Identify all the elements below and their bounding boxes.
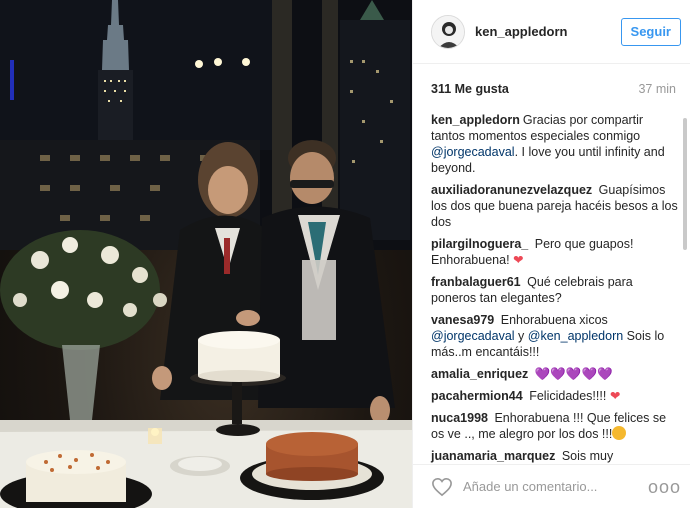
photo-image (0, 0, 412, 508)
comment-text: Felicidades!!!! (529, 389, 607, 403)
likes-count[interactable]: 311 Me gusta (431, 82, 509, 96)
comment-item: amalia_enriquez 💜💜💜💜💜 (431, 366, 679, 382)
comment-author[interactable]: nuca1998 (431, 411, 488, 425)
mention-link[interactable]: @jorgecadaval (431, 329, 515, 343)
post-sidebar: ken_appledorn Seguir 311 Me gusta 37 min… (412, 0, 690, 508)
follow-button[interactable]: Seguir (620, 17, 681, 46)
mention-link[interactable]: @ken_appledorn (528, 329, 623, 343)
comment-item: auxiliadoranunezvelazquez Guapísimos los… (431, 182, 679, 230)
comment-author[interactable]: amalia_enriquez (431, 367, 528, 381)
post-stats: 311 Me gusta 37 min (413, 64, 690, 114)
avatar[interactable] (431, 14, 465, 49)
comment-author[interactable]: pilargilnoguera_ (431, 237, 528, 251)
post-header: ken_appledorn Seguir (413, 0, 690, 64)
comment-author[interactable]: juanamaria_marquez (431, 449, 555, 463)
smiling-face-emoji-icon (612, 426, 627, 440)
comments-list: ken_appledorn Gracias por compartir tanto… (413, 112, 690, 464)
post-username[interactable]: ken_appledorn (475, 24, 621, 39)
comment-author[interactable]: franbalaguer61 (431, 275, 521, 289)
comment-item: pacahermion44 Felicidades!!!! ❤ (431, 388, 679, 404)
comment-author[interactable]: pacahermion44 (431, 389, 523, 403)
comment-author[interactable]: ken_appledorn (431, 113, 520, 127)
avatar-image (432, 15, 464, 48)
mention-link[interactable]: @jorgecadaval (431, 145, 515, 159)
comment-author[interactable]: auxiliadoranunezvelazquez (431, 183, 592, 197)
heart-outline-icon[interactable] (431, 477, 453, 497)
comment-author[interactable]: vanesa979 (431, 313, 494, 327)
instagram-post: ken_appledorn Seguir 311 Me gusta 37 min… (0, 0, 690, 508)
comments-scrollbar[interactable] (683, 118, 687, 250)
red-heart-emoji-icon: ❤ (609, 389, 621, 403)
post-time[interactable]: 37 min (638, 82, 676, 96)
comment-item: franbalaguer61 Qué celebrais para ponero… (431, 274, 679, 306)
post-photo[interactable] (0, 0, 412, 508)
comment-text: Enhorabuena xicos (500, 313, 608, 327)
comment-item: nuca1998 Enhorabuena !!! Que felices se … (431, 410, 679, 442)
comment-input[interactable] (463, 479, 648, 494)
caption: ken_appledorn Gracias por compartir tanto… (431, 112, 679, 176)
comment-bar: ooo (413, 464, 690, 508)
comment-item: pilargilnoguera_ Pero que guapos! Enhora… (431, 236, 679, 268)
red-heart-emoji-icon: ❤ (513, 253, 524, 267)
more-options-icon[interactable]: ooo (648, 478, 681, 496)
comment-item: vanesa979 Enhorabuena xicos @jorgecadava… (431, 312, 679, 360)
comment-text: y (514, 329, 528, 343)
purple-hearts-emoji-icon: 💜💜💜💜💜 (534, 367, 613, 381)
comment-item: juanamaria_marquez Sois muy (431, 448, 679, 464)
comment-text: Sois muy (561, 449, 614, 463)
